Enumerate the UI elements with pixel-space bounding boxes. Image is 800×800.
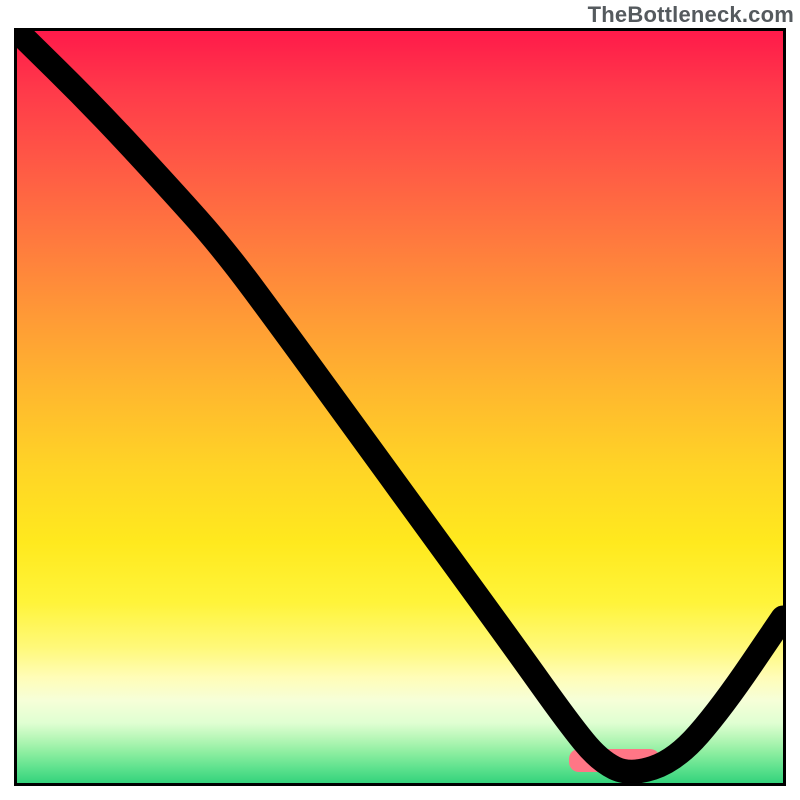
plot-frame	[14, 28, 786, 786]
chart-container: TheBottleneck.com	[0, 0, 800, 800]
watermark-text: TheBottleneck.com	[588, 2, 794, 28]
bottleneck-curve	[17, 31, 783, 783]
curve-path	[17, 31, 783, 772]
